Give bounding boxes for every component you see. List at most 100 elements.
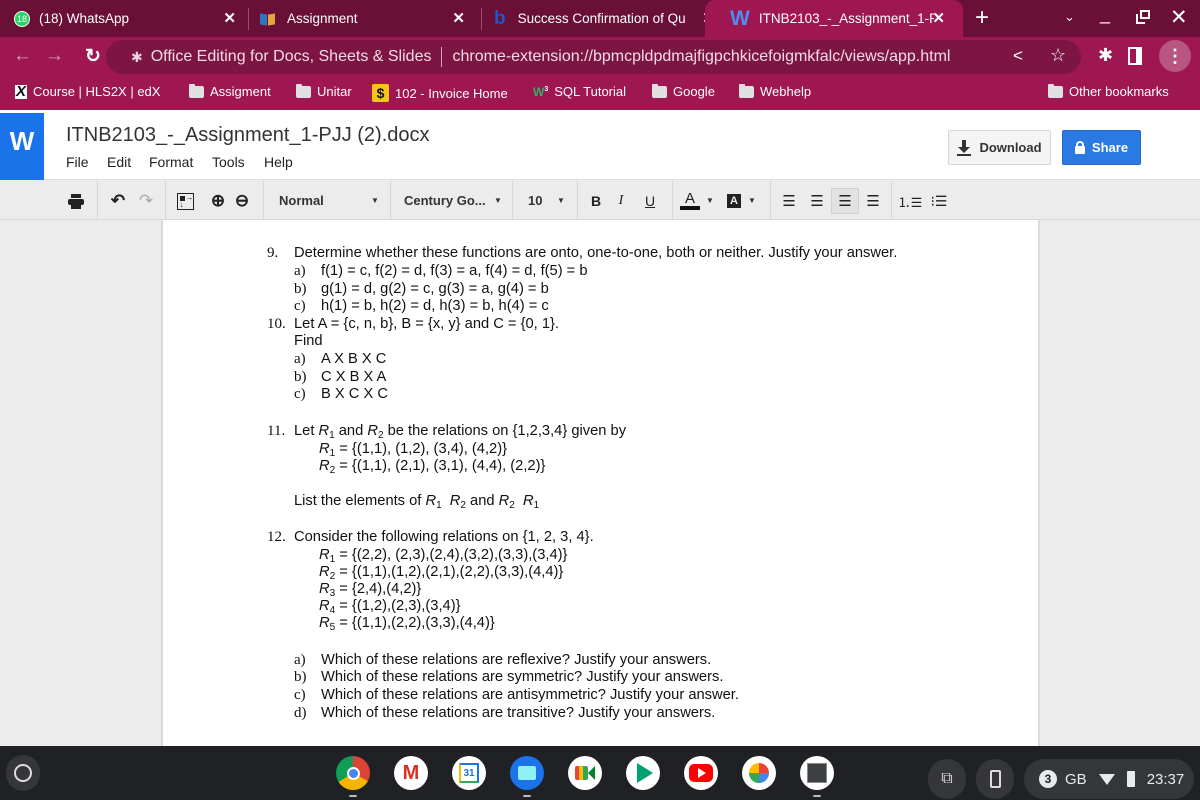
minimize-window-icon[interactable]: _ — [1100, 4, 1110, 25]
running-indicator — [813, 795, 821, 797]
side-panel-icon[interactable] — [1128, 47, 1142, 65]
italic-button[interactable]: I — [613, 188, 629, 214]
menu-file[interactable]: File — [66, 154, 89, 170]
question-number: 9. — [267, 245, 279, 261]
font-color-icon: A — [684, 190, 695, 207]
align-left-icon[interactable]: ☰ — [780, 188, 798, 214]
question-10-find: Find — [294, 333, 323, 349]
photos-icon[interactable] — [742, 756, 776, 790]
new-tab-button[interactable]: + — [975, 4, 989, 32]
share-page-icon[interactable]: < — [1013, 46, 1023, 66]
forward-arrow-icon[interactable]: → — [45, 45, 64, 67]
bookmark-webhelp[interactable]: Webhelp — [739, 83, 811, 99]
question-12-text: Consider the following relations on {1, … — [294, 529, 594, 545]
toolbar-separator — [263, 181, 264, 220]
menu-help[interactable]: Help — [264, 154, 293, 170]
menu-edit[interactable]: Edit — [107, 154, 131, 170]
chevron-down-icon[interactable]: ▼ — [557, 196, 565, 205]
calendar-icon[interactable]: 31 — [452, 756, 486, 790]
font-family-dropdown[interactable]: Century Go... — [404, 193, 486, 208]
back-arrow-icon[interactable]: ← — [13, 45, 32, 67]
restore-window-icon[interactable] — [1136, 10, 1150, 24]
tab-success-confirmation[interactable]: b Success Confirmation of Qu ✕ — [490, 0, 725, 37]
bulleted-list-icon[interactable]: ⁝☰ — [929, 188, 949, 214]
close-tab-icon[interactable]: ✕ — [452, 9, 465, 27]
chevron-down-icon[interactable]: ▼ — [706, 196, 714, 205]
gmail-icon[interactable]: M — [394, 756, 428, 790]
question-12c-text: Which of these relations are antisymmetr… — [321, 687, 739, 703]
question-10b-text: C X B X A — [321, 369, 387, 385]
folder-icon — [1048, 83, 1063, 98]
align-right-icon[interactable]: ☰ — [831, 188, 859, 214]
chevron-down-icon[interactable]: ▼ — [494, 196, 502, 205]
system-monitor-icon[interactable] — [800, 756, 834, 790]
tab-assignment[interactable]: Assignment ✕ — [260, 0, 475, 37]
phone-hub-icon[interactable] — [976, 759, 1014, 799]
document-page[interactable]: 9. Determine whether these functions are… — [161, 220, 1040, 746]
align-justify-icon[interactable]: ☰ — [864, 188, 882, 214]
status-tray[interactable]: 3 GB 23:37 — [1024, 759, 1194, 799]
underline-button[interactable]: U — [642, 188, 658, 214]
highlight-color-button[interactable]: A — [726, 188, 742, 214]
chrome-icon[interactable] — [336, 756, 370, 790]
holding-space-icon[interactable]: ⧉ — [928, 759, 966, 799]
numbered-list-icon[interactable]: ⒈☰ — [898, 188, 923, 214]
app-header: W ITNB2103_-_Assignment_1-PJJ (2).docx F… — [0, 110, 1200, 180]
battery-icon — [1126, 771, 1135, 787]
question-12b-text: Which of these relations are symmetric? … — [321, 669, 724, 685]
site-label: Office Editing for Docs, Sheets & Slides — [150, 48, 432, 65]
running-indicator — [349, 795, 357, 797]
reload-icon[interactable]: ↻ — [85, 45, 101, 68]
bookmark-course-edx[interactable]: X Course | HLS2X | edX — [15, 84, 160, 99]
youtube-icon[interactable] — [684, 756, 718, 790]
bookmark-unitar[interactable]: Unitar — [296, 83, 352, 99]
toolbar-separator — [390, 181, 391, 220]
url-separator — [441, 47, 443, 67]
document-title[interactable]: ITNB2103_-_Assignment_1-PJJ (2).docx — [66, 124, 430, 147]
tab-search-chevron-icon[interactable]: ⌄ — [1064, 9, 1075, 25]
tab-whatsapp[interactable]: 18 (18) WhatsApp ✕ — [14, 0, 244, 37]
question-9-text: Determine whether these functions are on… — [294, 245, 898, 261]
zoom-in-icon[interactable]: ⊕ — [208, 188, 228, 214]
menu-format[interactable]: Format — [149, 154, 193, 170]
bookmark-invoice-home[interactable]: $ 102 - Invoice Home — [372, 84, 508, 102]
chevron-down-icon[interactable]: ▼ — [748, 196, 756, 205]
browser-toolbar: ← → ↻ ✱ Office Editing for Docs, Sheets … — [0, 37, 1200, 77]
edx-x-icon: X — [15, 82, 28, 100]
meet-icon[interactable] — [568, 756, 602, 790]
close-window-icon[interactable]: ✕ — [1170, 5, 1188, 30]
files-icon[interactable] — [510, 756, 544, 790]
align-center-icon[interactable]: ☰ — [808, 188, 826, 214]
font-color-button[interactable]: A — [679, 188, 701, 214]
bookmark-star-icon[interactable]: ☆ — [1050, 45, 1066, 66]
share-button[interactable]: Share — [1062, 130, 1141, 165]
print-icon[interactable] — [65, 188, 87, 214]
chevron-down-icon[interactable]: ▼ — [371, 196, 379, 205]
question-12a-text: Which of these relations are reflexive? … — [321, 652, 712, 668]
menu-tools[interactable]: Tools — [212, 154, 245, 170]
bookmark-assigment[interactable]: Assigment — [189, 83, 271, 99]
play-store-icon[interactable] — [626, 756, 660, 790]
paragraph-style-dropdown[interactable]: Normal — [279, 193, 324, 208]
close-tab-icon[interactable]: ✕ — [932, 9, 945, 27]
download-button[interactable]: Download — [948, 130, 1051, 165]
extensions-icon[interactable]: ✱ — [1098, 45, 1113, 66]
bold-button[interactable]: B — [588, 188, 604, 214]
bookmark-google[interactable]: Google — [652, 83, 715, 99]
zoom-out-icon[interactable]: ⊖ — [232, 188, 252, 214]
redo-icon[interactable]: ↷ — [136, 188, 156, 214]
book-icon — [260, 12, 276, 26]
close-tab-icon[interactable]: ✕ — [223, 9, 236, 27]
tab-itnb2103-assignment[interactable]: W ITNB2103_-_Assignment_1-P ✕ — [705, 0, 963, 37]
other-bookmarks[interactable]: Other bookmarks — [1048, 83, 1169, 99]
fit-page-icon[interactable]: → ↓ — [174, 188, 196, 214]
browser-menu-icon[interactable]: ⋮ — [1159, 40, 1191, 72]
address-bar[interactable]: ✱ Office Editing for Docs, Sheets & Slid… — [106, 40, 1081, 74]
font-size-dropdown[interactable]: 10 — [528, 193, 542, 208]
bookmark-sql-tutorial[interactable]: W3 SQL Tutorial — [533, 84, 626, 99]
undo-icon[interactable]: ↶ — [108, 188, 128, 214]
question-10-text: Let A = {c, n, b}, B = {x, y} and C = {0… — [294, 316, 559, 332]
launcher-button[interactable] — [6, 755, 40, 791]
share-label: Share — [1091, 140, 1129, 155]
lock-icon — [1074, 141, 1085, 154]
